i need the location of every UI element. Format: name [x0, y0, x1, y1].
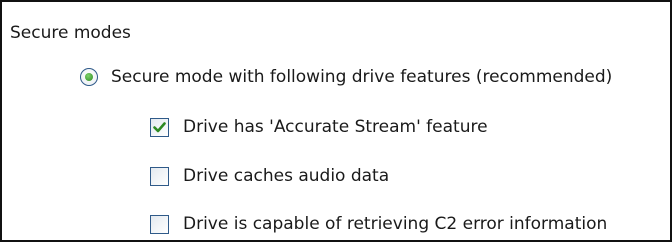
c2-error-checkbox[interactable] [150, 214, 169, 234]
caches-audio-label: Drive caches audio data [183, 166, 390, 186]
secure-mode-radio-option[interactable]: Secure mode with following drive feature… [80, 66, 612, 88]
secure-mode-radio-label: Secure mode with following drive feature… [111, 67, 613, 87]
caches-audio-checkbox-option[interactable]: Drive caches audio data [150, 165, 389, 187]
c2-error-checkbox-option[interactable]: Drive is capable of retrieving C2 error … [150, 213, 607, 235]
secure-modes-groupbox: Secure modes Secure mode with following … [0, 0, 672, 242]
accurate-stream-label: Drive has 'Accurate Stream' feature [183, 117, 488, 137]
radio-selected-icon[interactable] [80, 68, 98, 86]
c2-error-label: Drive is capable of retrieving C2 error … [183, 214, 608, 234]
accurate-stream-checkbox-option[interactable]: Drive has 'Accurate Stream' feature [150, 116, 488, 138]
caches-audio-checkbox[interactable] [150, 166, 169, 186]
accurate-stream-checkbox[interactable] [150, 117, 169, 137]
check-mark-icon [153, 121, 166, 132]
group-title: Secure modes [10, 23, 131, 43]
